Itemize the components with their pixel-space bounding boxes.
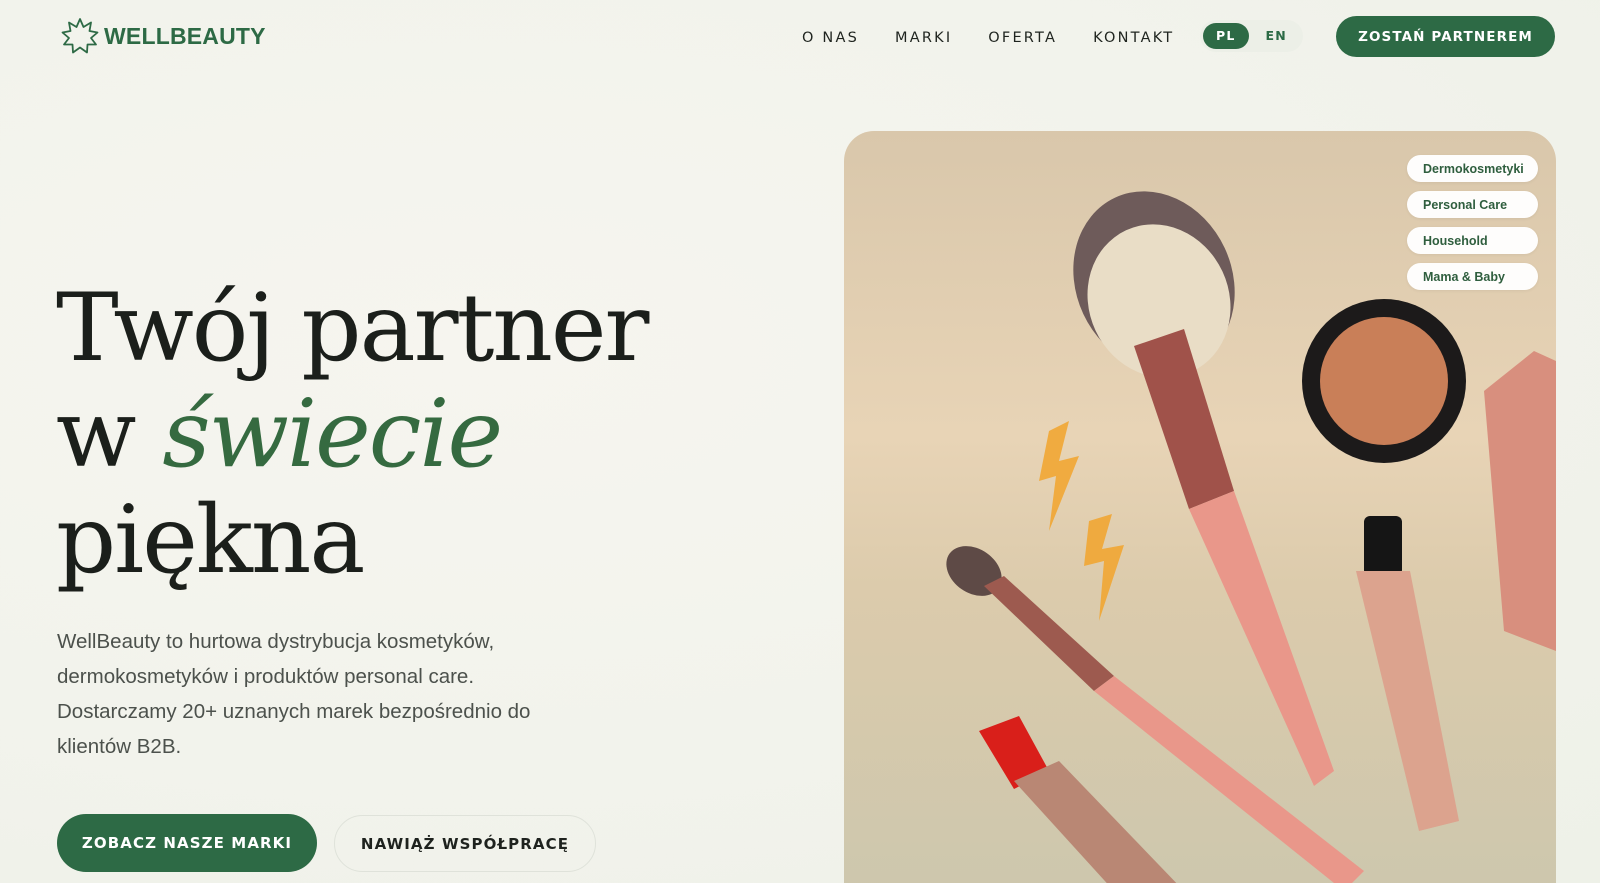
hero-title-prefix: w bbox=[56, 380, 163, 489]
flower-outline-icon bbox=[61, 18, 99, 54]
hero-description: WellBeauty to hurtowa dystrybucja kosmet… bbox=[57, 630, 531, 758]
lightning-earrings-image bbox=[1039, 421, 1124, 621]
logo-text: WELLBEAUTY bbox=[104, 22, 266, 49]
nav-link-about[interactable]: O NAS bbox=[802, 28, 859, 48]
main-nav: O NAS MARKI OFERTA KONTAKT bbox=[802, 28, 1174, 48]
hero-image: Dermokosmetyki Personal Care Household M… bbox=[844, 131, 1556, 883]
logo[interactable]: WELLBEAUTY bbox=[60, 16, 266, 56]
category-tag-household[interactable]: Household bbox=[1407, 227, 1538, 254]
start-cooperation-button[interactable]: NAWIĄŻ WSPÓŁPRACĘ bbox=[334, 815, 596, 872]
nav-link-brands[interactable]: MARKI bbox=[895, 28, 952, 48]
blush-compact-image bbox=[1302, 299, 1466, 463]
language-switcher: PL EN bbox=[1200, 20, 1303, 52]
lang-option-pl[interactable]: PL bbox=[1203, 23, 1249, 49]
become-partner-button[interactable]: ZOSTAŃ PARTNEREM bbox=[1336, 16, 1555, 57]
category-tags: Dermokosmetyki Personal Care Household M… bbox=[1407, 155, 1538, 290]
hero-title-line-2: w świecie bbox=[56, 382, 647, 488]
category-tag-mama-baby[interactable]: Mama & Baby bbox=[1407, 263, 1538, 290]
powder-brush-image bbox=[1073, 191, 1334, 786]
see-brands-button[interactable]: ZOBACZ NASZE MARKI bbox=[57, 814, 317, 872]
hero-title-accent: świecie bbox=[162, 380, 503, 489]
nav-link-contact[interactable]: KONTAKT bbox=[1093, 28, 1174, 48]
hero-title: Twój partner w świecie piękna bbox=[56, 274, 649, 595]
nav-link-offer[interactable]: OFERTA bbox=[988, 28, 1057, 48]
lang-option-en[interactable]: EN bbox=[1253, 23, 1300, 49]
hero-title-line-1: Twój partner bbox=[56, 274, 649, 383]
hero-title-line-3: piękna bbox=[56, 486, 365, 595]
category-tag-personal-care[interactable]: Personal Care bbox=[1407, 191, 1538, 218]
lipstick-image bbox=[979, 716, 1177, 883]
category-tag-dermocosmetics[interactable]: Dermokosmetyki bbox=[1407, 155, 1538, 182]
